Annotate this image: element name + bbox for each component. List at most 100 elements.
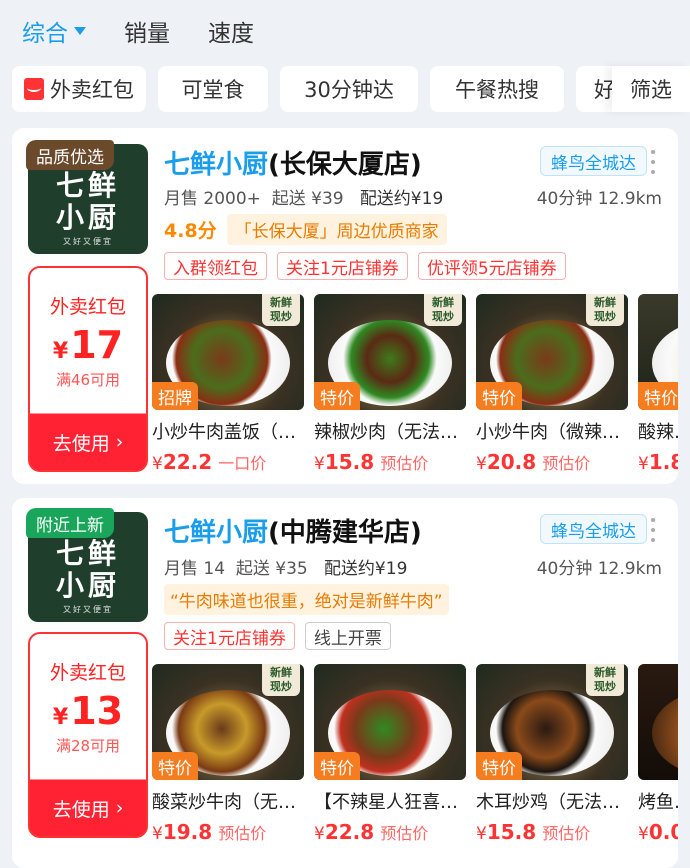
sort-sales[interactable]: 销量 [124, 14, 170, 48]
filter-chip-30min[interactable]: 30分钟达 [280, 66, 418, 112]
filter-chip-dine-in[interactable]: 可堂食 [158, 66, 268, 112]
promo-tag[interactable]: 关注1元店铺券 [277, 252, 408, 280]
filter-chip-lunch-hot[interactable]: 午餐热搜 [430, 66, 564, 112]
logo-slogan: 又好又便宜 [63, 237, 113, 246]
filter-screen-button[interactable]: 筛选 [612, 66, 690, 112]
dish-badge: 特价 [638, 382, 678, 410]
fresh-tag-line: 现炒 [594, 310, 616, 323]
price-note: 预估价 [542, 824, 591, 843]
dish-item[interactable]: 烤鱼… ¥0.0 [638, 664, 678, 844]
dish-item[interactable]: 新鲜 现炒 特价 木耳炒鸡（无法… ¥15.8 预估价 [476, 664, 628, 844]
currency-symbol: ¥ [52, 705, 69, 730]
coupon-title: 外卖红包 [49, 662, 126, 684]
fresh-tag-line: 新鲜 [432, 296, 454, 309]
logo-text: 小厨 [55, 569, 120, 602]
dish-badge: 招牌 [152, 382, 198, 410]
dish-item[interactable]: 新鲜 现炒 特价 小炒牛肉（微辣… ¥20.8 预估价 [476, 294, 628, 474]
dish-name: 酸辣… [638, 422, 678, 443]
dish-price: ¥22.8 预估价 [314, 820, 429, 844]
fresh-tag-line: 新鲜 [270, 296, 292, 309]
filter-screen-label: 筛选 [630, 78, 672, 102]
promo-tags: 关注1元店铺券 线上开票 [164, 622, 391, 650]
caret-down-icon [74, 27, 86, 35]
dish-price-value: 1.8 [648, 450, 678, 474]
dish-badge: 特价 [152, 752, 198, 780]
shop-name[interactable]: 七鲜小厨(长保大厦店) [164, 144, 422, 181]
more-options-icon[interactable] [650, 518, 656, 542]
red-packet-coupon[interactable]: 外卖红包 ¥17 满46可用 去使用 › [28, 266, 148, 472]
use-coupon-button[interactable]: 去使用 › [30, 780, 146, 836]
coupon-condition: 满28可用 [55, 737, 121, 755]
time-distance: 40分钟 12.9km [536, 189, 662, 209]
dish-name: 小炒牛肉盖饭（… [152, 422, 296, 443]
more-options-icon[interactable] [650, 150, 656, 174]
dish-price: ¥19.8 预估价 [152, 820, 267, 844]
sort-bar: 综合 销量 速度 [0, 0, 690, 62]
shop-card[interactable]: 七鲜 小厨 又好又便宜 品质优选 外卖红包 ¥17 满46可用 去使用 › 七鲜小… [12, 128, 678, 484]
sort-comprehensive[interactable]: 综合 [22, 14, 86, 48]
dish-image: 新鲜 现炒 特价 [314, 294, 466, 410]
fresh-stirfry-tag: 新鲜 现炒 [262, 664, 300, 696]
dish-name: 木耳炒鸡（无法… [476, 792, 620, 813]
dish-image: 特价 [314, 664, 466, 780]
dish-price-value: 15.8 [486, 820, 537, 844]
invoice-tag: 线上开票 [304, 622, 391, 650]
delivery-tag: 蜂鸟全城达 [540, 146, 647, 176]
filter-chip-red-packet[interactable]: 外卖红包 [12, 66, 146, 112]
fresh-tag-line: 现炒 [270, 680, 292, 693]
dish-image: 新鲜 现炒 特价 [152, 664, 304, 780]
coupon-title: 外卖红包 [49, 296, 126, 318]
dish-list: 新鲜 现炒 招牌 小炒牛肉盖饭（… ¥22.2 一口价 新鲜 现炒 特价 辣椒炒肉（无… [152, 294, 678, 480]
shop-card[interactable]: 七鲜 小厨 又好又便宜 附近上新 外卖红包 ¥13 满28可用 去使用 › 七鲜小… [12, 498, 678, 868]
dish-item[interactable]: 特价 酸辣… ¥1.8 [638, 294, 678, 474]
fresh-tag-line: 现炒 [594, 680, 616, 693]
shop-meta: 月售 2000+ 起送 ¥39 配送约¥19 [164, 184, 443, 209]
dish-item[interactable]: 新鲜 现炒 招牌 小炒牛肉盖饭（… ¥22.2 一口价 [152, 294, 304, 474]
dish-price: ¥20.8 预估价 [476, 450, 591, 474]
coupon-value: 13 [70, 689, 124, 733]
fresh-tag-line: 新鲜 [594, 296, 616, 309]
min-order: 起送 ¥35 [235, 559, 308, 579]
red-packet-coupon[interactable]: 外卖红包 ¥13 满28可用 去使用 › [28, 632, 148, 838]
shop-brand: 七鲜小厨 [164, 150, 269, 180]
coupon-amount: ¥17 [30, 323, 146, 367]
filter-chip-label: 可堂食 [181, 78, 245, 102]
filter-bar: 外卖红包 可堂食 30分钟达 午餐热搜 好 筛选 [0, 66, 690, 114]
dish-price-value: 22.2 [162, 450, 213, 474]
delivery-fee: 配送约¥19 [323, 559, 408, 579]
dish-badge: 特价 [476, 382, 522, 410]
currency-symbol: ¥ [52, 339, 69, 364]
dish-name: 辣椒炒肉（无法… [314, 422, 458, 443]
fresh-tag-line: 新鲜 [594, 666, 616, 679]
price-note: 预估价 [218, 824, 267, 843]
promo-tags: 入群领红包 关注1元店铺券 优评领5元店铺券 [164, 252, 566, 280]
fresh-stirfry-tag: 新鲜 现炒 [262, 294, 300, 326]
promo-tag[interactable]: 入群领红包 [164, 252, 267, 280]
price-note: 预估价 [380, 824, 429, 843]
coupon-amount: ¥13 [30, 689, 146, 733]
dish-price: ¥0.0 [638, 820, 678, 844]
promo-tag[interactable]: 关注1元店铺券 [164, 622, 295, 650]
price-note: 一口价 [218, 454, 267, 473]
dish-image: 新鲜 现炒 特价 [476, 664, 628, 780]
dish-item[interactable]: 特价 【不辣星人狂喜… ¥22.8 预估价 [314, 664, 466, 844]
filter-chip-label: 30分钟达 [304, 78, 394, 102]
sort-speed[interactable]: 速度 [208, 14, 254, 48]
rating-row: 4.8分 「长保大厦」周边优质商家 [164, 214, 447, 245]
fresh-stirfry-tag: 新鲜 现炒 [586, 664, 624, 696]
dish-name: 小炒牛肉（微辣… [476, 422, 620, 443]
use-coupon-label: 去使用 [52, 798, 110, 821]
logo-text: 七鲜 [55, 169, 120, 202]
use-coupon-label: 去使用 [52, 432, 110, 455]
shop-name[interactable]: 七鲜小厨(中腾建华店) [164, 512, 422, 549]
logo-text: 七鲜 [55, 537, 120, 570]
promo-tag[interactable]: 优评领5元店铺券 [417, 252, 566, 280]
chevron-right-icon: › [115, 797, 124, 819]
dish-price-value: 19.8 [162, 820, 213, 844]
rating-score: 4.8分 [164, 220, 217, 242]
use-coupon-button[interactable]: 去使用 › [30, 414, 146, 470]
logo-slogan: 又好又便宜 [63, 605, 113, 614]
sort-comprehensive-label: 综合 [22, 21, 68, 47]
dish-item[interactable]: 新鲜 现炒 特价 酸菜炒牛肉（无… ¥19.8 预估价 [152, 664, 304, 844]
dish-item[interactable]: 新鲜 现炒 特价 辣椒炒肉（无法… ¥15.8 预估价 [314, 294, 466, 474]
